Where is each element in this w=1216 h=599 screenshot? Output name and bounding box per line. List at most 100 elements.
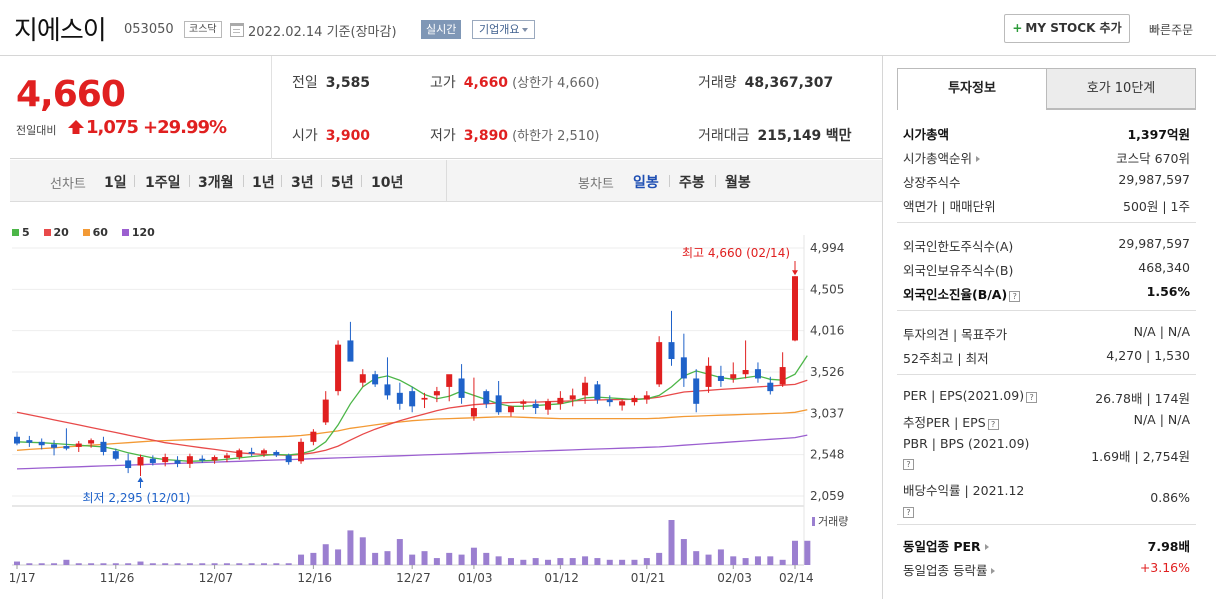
volume-bar xyxy=(606,559,613,565)
y-tick-label: 2,059 xyxy=(810,489,844,503)
volume-bar xyxy=(211,563,218,565)
period-3y[interactable]: 3년 xyxy=(291,172,314,192)
y-tick-label: 3,526 xyxy=(810,365,844,379)
volume-bar xyxy=(359,537,366,565)
volume-bar xyxy=(730,556,737,565)
tab-investment-info[interactable]: 투자정보 xyxy=(897,68,1047,109)
volume-bar xyxy=(520,559,527,565)
info-value: +3.16% xyxy=(1139,560,1190,575)
company-info-button[interactable]: 기업개요 xyxy=(472,20,536,39)
candle-body xyxy=(668,342,675,360)
info-key[interactable]: 배당수익률 | 2021.12? xyxy=(903,480,1024,518)
volume-bar xyxy=(298,554,305,565)
period-1d[interactable]: 1일 xyxy=(104,172,127,192)
info-key-text: 추정PER | EPS xyxy=(903,415,986,430)
tab-orderbook-10[interactable]: 호가 10단계 xyxy=(1046,68,1196,109)
quick-order-link[interactable]: 빠른주문 xyxy=(1149,21,1193,38)
section-divider xyxy=(897,222,1196,223)
candle-body xyxy=(754,369,761,379)
upper-limit-arrow-icon xyxy=(68,120,84,134)
volume-bar xyxy=(779,559,786,565)
info-key-text: 외국인소진율(B/A) xyxy=(903,287,1008,302)
help-icon[interactable]: ? xyxy=(1026,392,1038,403)
volume-bar xyxy=(717,549,724,565)
realtime-button[interactable]: 실시간 xyxy=(421,20,462,39)
info-key[interactable]: 동일업종 PER xyxy=(903,536,989,555)
stock-code: 053050 xyxy=(124,22,174,37)
x-tick-label: 12/07 xyxy=(199,571,234,585)
price-chart[interactable]: 거래량 4,9944,5054,0163,5263,0372,5482,059 … xyxy=(10,230,882,599)
info-key[interactable]: PER | EPS(2021.09)? xyxy=(903,388,1038,403)
candle-body xyxy=(619,401,626,406)
candle-body xyxy=(310,431,317,442)
add-mystock-button[interactable]: + MY STOCK 추가 xyxy=(1004,14,1130,43)
volume-bar xyxy=(26,563,33,565)
info-key[interactable]: 추정PER | EPS? xyxy=(903,412,999,431)
volume-bar xyxy=(347,530,354,565)
candle-body xyxy=(520,401,527,404)
section-divider xyxy=(897,310,1196,311)
info-key[interactable]: 시가총액순위 xyxy=(903,148,981,167)
info-value: 29,987,597 xyxy=(1118,236,1190,251)
x-tick-label: 01/21 xyxy=(631,571,666,585)
help-icon[interactable]: ? xyxy=(1009,291,1021,302)
candle-body xyxy=(507,406,514,413)
period-5y[interactable]: 5년 xyxy=(331,172,354,192)
help-icon[interactable]: ? xyxy=(903,459,914,470)
info-key[interactable]: 동일업종 등락률 xyxy=(903,560,996,579)
info-key-text: 투자의견 | 목표주가 xyxy=(903,327,1008,342)
info-key-text: 배당수익률 | 2021.12 xyxy=(903,483,1025,498)
toolbar-divider xyxy=(243,175,244,187)
info-value: 0.86% xyxy=(1150,490,1190,505)
help-icon[interactable]: ? xyxy=(987,419,999,430)
volume-bar xyxy=(248,563,255,565)
volume-bar xyxy=(619,559,626,565)
info-key-text: 시가총액 xyxy=(903,127,950,142)
period-1y[interactable]: 1년 xyxy=(252,172,275,192)
candle-weekly[interactable]: 주봉 xyxy=(679,172,705,192)
tab-underline-cover xyxy=(898,109,1046,110)
volume-bar xyxy=(792,540,798,565)
section-divider xyxy=(897,524,1196,525)
candle-monthly[interactable]: 월봉 xyxy=(725,172,751,192)
info-value: 1,397억원 xyxy=(1127,127,1190,142)
volume-bars: 거래량 xyxy=(14,515,848,565)
amount-label: 거래대금 xyxy=(698,128,750,144)
volume-bar xyxy=(14,561,20,565)
info-key-text: 동일업종 등락률 xyxy=(903,563,988,578)
candle-body xyxy=(594,384,601,400)
candle-body xyxy=(767,382,774,392)
prev-close-cell: 전일 3,585 xyxy=(292,72,370,92)
info-key-text: PER | EPS(2021.09) xyxy=(903,388,1025,403)
period-3m[interactable]: 3개월 xyxy=(198,172,234,192)
volume-bar xyxy=(767,556,774,565)
upper-limit: (상한가 4,660) xyxy=(512,76,600,91)
x-tick-label: 02/03 xyxy=(717,571,752,585)
candle-body xyxy=(285,455,292,463)
info-value: 29,987,597 xyxy=(1118,172,1190,187)
period-10y[interactable]: 10년 xyxy=(371,172,403,192)
candle-chart-label: 봉차트 xyxy=(578,177,614,192)
help-icon[interactable]: ? xyxy=(903,507,914,518)
low-annotation: 최저 2,295 (12/01) xyxy=(82,491,190,505)
candle-body xyxy=(643,395,650,400)
candle-body xyxy=(742,370,749,375)
candle-body xyxy=(483,391,490,404)
info-key[interactable]: PBR | BPS (2021.09)? xyxy=(903,436,1029,470)
info-value: 1.56% xyxy=(1146,284,1190,299)
volume-bar xyxy=(804,540,811,565)
info-key: 외국인보유주식수(B) xyxy=(903,260,1013,279)
info-key[interactable]: 외국인소진율(B/A)? xyxy=(903,284,1021,303)
info-value: N/A | N/A xyxy=(1133,412,1190,427)
volume-bar xyxy=(137,561,144,565)
caret-down-icon xyxy=(522,28,529,32)
candle-body xyxy=(569,395,576,400)
period-1w[interactable]: 1주일 xyxy=(145,172,181,192)
candle-daily[interactable]: 일봉 xyxy=(633,172,659,192)
candle-body xyxy=(792,276,798,341)
volume-bar xyxy=(582,556,589,565)
x-tick-label: 12/16 xyxy=(297,571,332,585)
volume-bar xyxy=(643,558,650,565)
candle-body xyxy=(730,374,737,379)
high-value: 4,660 xyxy=(463,75,509,91)
